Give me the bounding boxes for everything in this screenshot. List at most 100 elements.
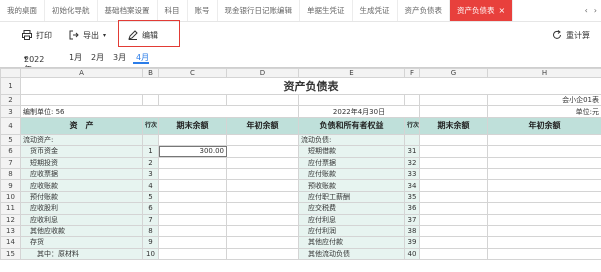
tab-account[interactable]: 账号 <box>188 0 218 21</box>
end-balance-cell[interactable] <box>159 214 227 225</box>
end-balance-cell[interactable] <box>420 225 488 236</box>
row-no-cell[interactable]: 38 <box>405 225 420 236</box>
liability-name-cell[interactable]: 流动负债: <box>299 134 405 145</box>
row-no-cell[interactable]: 36 <box>405 203 420 214</box>
row-no-cell[interactable]: 4 <box>143 180 159 191</box>
cell[interactable] <box>143 95 159 106</box>
row-no-cell[interactable]: 33 <box>405 168 420 179</box>
header-row-no[interactable]: 行次 <box>143 117 159 134</box>
row-no-cell[interactable]: 37 <box>405 214 420 225</box>
unit-label[interactable]: 编制单位: 56 <box>21 106 299 117</box>
chevron-left-icon[interactable]: ‹ <box>585 6 588 15</box>
begin-balance-cell[interactable] <box>227 146 299 157</box>
begin-balance-cell[interactable] <box>488 134 601 145</box>
end-balance-cell[interactable] <box>420 237 488 248</box>
row-number[interactable]: 6 <box>1 146 21 157</box>
row-no-cell[interactable]: 9 <box>143 237 159 248</box>
end-balance-cell[interactable] <box>420 203 488 214</box>
row-no-cell[interactable] <box>405 134 420 145</box>
end-balance-cell[interactable] <box>420 214 488 225</box>
begin-balance-cell[interactable] <box>227 214 299 225</box>
asset-name-cell[interactable]: 应收票据 <box>21 168 143 179</box>
begin-balance-cell[interactable] <box>488 203 601 214</box>
col-header-c[interactable]: C <box>159 69 227 78</box>
col-header-g[interactable]: G <box>420 69 488 78</box>
tab-balance-sheet-active[interactable]: 资产负债表 × <box>450 0 513 21</box>
liability-name-cell[interactable]: 应付利润 <box>299 225 405 236</box>
row-number[interactable]: 4 <box>1 117 21 134</box>
begin-balance-cell[interactable] <box>227 180 299 191</box>
begin-balance-cell[interactable] <box>488 168 601 179</box>
header-end-balance-2[interactable]: 期末余额 <box>420 117 488 134</box>
row-number[interactable]: 10 <box>1 191 21 202</box>
currency-label[interactable]: 单位:元 <box>488 106 601 117</box>
recalculate-button[interactable]: 重计算 <box>552 27 590 43</box>
row-number[interactable]: 8 <box>1 168 21 179</box>
begin-balance-cell[interactable] <box>488 146 601 157</box>
row-no-cell[interactable]: 3 <box>143 168 159 179</box>
asset-name-cell[interactable]: 其他应收款 <box>21 225 143 236</box>
begin-balance-cell[interactable] <box>227 134 299 145</box>
tab-basic-archive[interactable]: 基础档案设置 <box>98 0 158 21</box>
export-button[interactable]: 导出 ▾ <box>69 27 106 43</box>
month-3[interactable]: 3月 <box>113 52 126 63</box>
end-balance-cell[interactable] <box>159 191 227 202</box>
month-1[interactable]: 1月 <box>69 52 82 63</box>
tab-generate-voucher[interactable]: 生成凭证 <box>353 0 398 21</box>
month-2[interactable]: 2月 <box>91 52 104 63</box>
cell[interactable] <box>405 95 420 106</box>
header-assets[interactable]: 资 产 <box>21 117 143 134</box>
asset-name-cell[interactable]: 流动资产: <box>21 134 143 145</box>
liability-name-cell[interactable]: 应付利息 <box>299 214 405 225</box>
end-balance-cell[interactable] <box>159 225 227 236</box>
asset-name-cell[interactable]: 存货 <box>21 237 143 248</box>
row-number[interactable]: 14 <box>1 237 21 248</box>
row-number[interactable]: 13 <box>1 225 21 236</box>
cell[interactable] <box>227 95 299 106</box>
begin-balance-cell[interactable] <box>488 180 601 191</box>
close-icon[interactable]: × <box>499 0 506 21</box>
liability-name-cell[interactable]: 其他流动负债 <box>299 248 405 259</box>
tab-subject[interactable]: 科目 <box>158 0 188 21</box>
col-header-h[interactable]: H <box>488 69 601 78</box>
begin-balance-cell[interactable] <box>227 168 299 179</box>
end-balance-cell[interactable] <box>420 180 488 191</box>
end-balance-cell[interactable] <box>159 248 227 259</box>
end-balance-cell[interactable] <box>159 237 227 248</box>
header-row-no-2[interactable]: 行次 <box>405 117 420 134</box>
end-balance-cell[interactable] <box>420 248 488 259</box>
end-balance-cell[interactable] <box>159 180 227 191</box>
begin-balance-cell[interactable] <box>488 191 601 202</box>
liability-name-cell[interactable]: 应交税费 <box>299 203 405 214</box>
end-balance-cell[interactable] <box>420 157 488 168</box>
row-no-cell[interactable]: 1 <box>143 146 159 157</box>
row-number[interactable]: 11 <box>1 203 21 214</box>
end-balance-cell[interactable] <box>420 191 488 202</box>
begin-balance-cell[interactable] <box>227 157 299 168</box>
liability-name-cell[interactable]: 应付职工薪酬 <box>299 191 405 202</box>
begin-balance-cell[interactable] <box>227 248 299 259</box>
row-no-cell[interactable]: 7 <box>143 214 159 225</box>
row-number[interactable]: 5 <box>1 134 21 145</box>
end-balance-cell[interactable]: 300.00 <box>159 146 227 157</box>
header-end-balance[interactable]: 期末余额 <box>159 117 227 134</box>
col-header-e[interactable]: E <box>299 69 405 78</box>
row-number[interactable]: 2 <box>1 95 21 106</box>
row-no-cell[interactable]: 8 <box>143 225 159 236</box>
row-no-cell[interactable]: 35 <box>405 191 420 202</box>
header-liabilities[interactable]: 负债和所有者权益 <box>299 117 405 134</box>
asset-name-cell[interactable]: 其中：原材料 <box>21 248 143 259</box>
asset-name-cell[interactable]: 货币资金 <box>21 146 143 157</box>
tab-bill-voucher[interactable]: 单据生凭证 <box>300 0 353 21</box>
report-date[interactable]: 2022年4月30日 <box>299 106 420 117</box>
tab-cash-journal[interactable]: 现金银行日记账编辑 <box>218 0 301 21</box>
liability-name-cell[interactable]: 其他应付款 <box>299 237 405 248</box>
end-balance-cell[interactable] <box>159 157 227 168</box>
header-begin-balance[interactable]: 年初余额 <box>227 117 299 134</box>
row-no-cell[interactable]: 6 <box>143 203 159 214</box>
asset-name-cell[interactable]: 应收利息 <box>21 214 143 225</box>
begin-balance-cell[interactable] <box>488 157 601 168</box>
begin-balance-cell[interactable] <box>488 237 601 248</box>
liability-name-cell[interactable]: 短期借款 <box>299 146 405 157</box>
print-button[interactable]: 打印 <box>22 27 52 43</box>
